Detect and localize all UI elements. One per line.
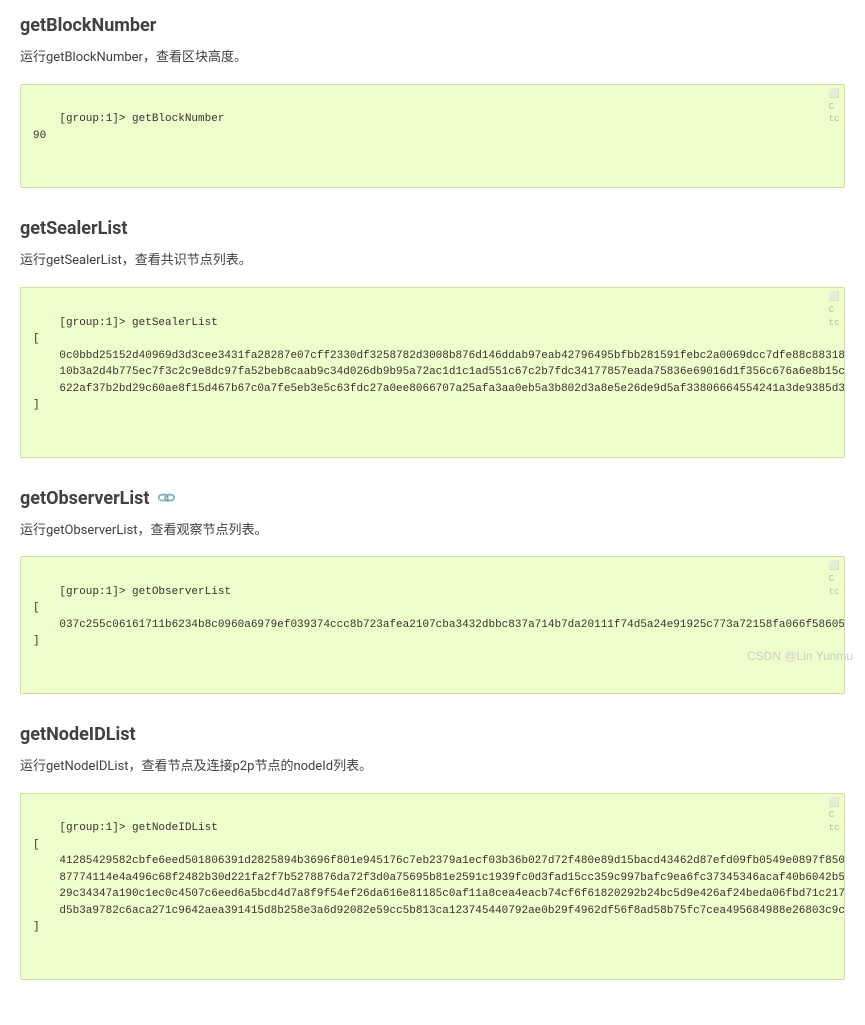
copy-button[interactable]: C	[829, 574, 840, 585]
desc-getblocknumber: 运行getBlockNumber，查看区块高度。	[20, 48, 845, 69]
toggle-button[interactable]: tc	[829, 114, 840, 125]
section-getblocknumber: getBlockNumber 运行getBlockNumber，查看区块高度。 …	[20, 15, 845, 188]
watermark: CSDN @Lin Yunmu	[747, 649, 853, 663]
expand-icon[interactable]: ⬜	[829, 798, 840, 809]
heading-getobserverlist: getObserverList 🔗	[20, 488, 174, 509]
code-toolbar: ⬜ C tc	[829, 292, 840, 328]
code-content: [group:1]> getBlockNumber 90	[33, 113, 224, 142]
code-block-getblocknumber: [group:1]> getBlockNumber 90 ⬜ C tc	[20, 84, 845, 189]
code-block-getobserverlist: [group:1]> getObserverList [ 037c255c061…	[20, 556, 845, 694]
expand-icon[interactable]: ⬜	[829, 89, 840, 100]
expand-icon[interactable]: ⬜	[829, 561, 840, 572]
section-getsealerlist: getSealerList 运行getSealerList，查看共识节点列表。 …	[20, 218, 845, 457]
toggle-button[interactable]: tc	[829, 587, 840, 598]
section-getnodeidlist: getNodeIDList 运行getNodeIDList，查看节点及连接p2p…	[20, 724, 845, 980]
code-toolbar: ⬜ C tc	[829, 89, 840, 125]
code-toolbar: ⬜ C tc	[829, 798, 840, 834]
code-content: [group:1]> getObserverList [ 037c255c061…	[33, 586, 845, 648]
copy-button[interactable]: C	[829, 810, 840, 821]
toggle-button[interactable]: tc	[829, 318, 840, 329]
desc-getnodeidlist: 运行getNodeIDList，查看节点及连接p2p节点的nodeId列表。	[20, 757, 845, 778]
desc-getsealerlist: 运行getSealerList，查看共识节点列表。	[20, 251, 845, 272]
code-block-getsealerlist: [group:1]> getSealerList [ 0c0bbd25152d4…	[20, 287, 845, 458]
code-block-getnodeidlist: [group:1]> getNodeIDList [ 41285429582cb…	[20, 793, 845, 980]
expand-icon[interactable]: ⬜	[829, 292, 840, 303]
heading-getnodeidlist: getNodeIDList	[20, 724, 136, 745]
copy-button[interactable]: C	[829, 305, 840, 316]
code-content: [group:1]> getSealerList [ 0c0bbd25152d4…	[33, 317, 845, 412]
heading-getsealerlist: getSealerList	[20, 218, 127, 239]
heading-text: getObserverList	[20, 488, 150, 509]
code-content: [group:1]> getNodeIDList [ 41285429582cb…	[33, 822, 845, 933]
copy-button[interactable]: C	[829, 102, 840, 113]
desc-getobserverlist: 运行getObserverList，查看观察节点列表。	[20, 521, 845, 542]
code-toolbar: ⬜ C tc	[829, 561, 840, 597]
heading-getblocknumber: getBlockNumber	[20, 15, 156, 36]
section-getobserverlist: getObserverList 🔗 运行getObserverList，查看观察…	[20, 488, 845, 694]
toggle-button[interactable]: tc	[829, 823, 840, 834]
permalink-icon[interactable]: 🔗	[155, 488, 177, 510]
